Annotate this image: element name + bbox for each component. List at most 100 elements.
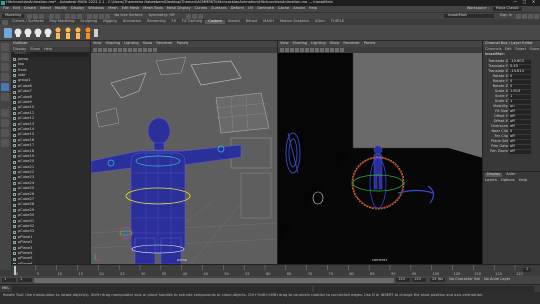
range-end-field[interactable]: 120 — [412, 278, 426, 282]
shelf-tab-poly[interactable]: Poly Modeling — [47, 20, 78, 24]
menu-surfaces[interactable]: Surfaces — [211, 7, 227, 11]
layer-menu-layers[interactable]: Layers — [485, 179, 497, 183]
channel-value-field[interactable]: 0 — [509, 79, 531, 84]
shelf-tab-xgen[interactable]: XGen — [312, 20, 328, 24]
shelf-tab-rendering[interactable]: Rendering — [144, 20, 168, 24]
tool-settings-icon[interactable] — [528, 13, 533, 19]
film-gate-icon[interactable] — [113, 48, 117, 52]
command-language-label[interactable]: MEL — [2, 286, 9, 291]
vp-left-menu-view[interactable]: View — [93, 42, 102, 46]
modeling-toolkit-icon[interactable] — [516, 13, 521, 19]
shelf-tab-animation[interactable]: Animation — [120, 20, 144, 24]
shelf-tab-rigging[interactable]: Rigging — [100, 20, 120, 24]
save-scene-icon[interactable] — [39, 13, 45, 19]
menu-curves[interactable]: Curves — [195, 7, 207, 11]
vp-left-menu-lighting[interactable]: Lighting — [124, 42, 139, 46]
scale-tool-icon[interactable] — [1, 93, 9, 101]
vp-right-menu-view[interactable]: View — [280, 42, 289, 46]
menu-edit[interactable]: Edit — [13, 7, 20, 11]
channel-value-field[interactable]: 0 — [509, 129, 531, 134]
select-component-icon[interactable] — [77, 13, 83, 19]
channel-value-field[interactable]: off — [509, 124, 531, 129]
use-lights-icon[interactable] — [138, 48, 142, 52]
shelf-tab-custom[interactable]: Custom — [205, 20, 226, 24]
channel-value-field[interactable]: 0 — [509, 74, 531, 79]
new-scene-icon[interactable] — [27, 13, 33, 19]
four-pane-layout-icon[interactable] — [1, 119, 9, 127]
shelf-tab-turtle[interactable]: TURTLE — [328, 20, 348, 24]
image-plane-icon-r[interactable] — [290, 48, 294, 52]
range-start-field[interactable]: 1 — [2, 278, 16, 282]
fps-dropdown[interactable]: 24 fps — [430, 278, 446, 282]
vp-right-menu-lighting[interactable]: Lighting — [311, 42, 326, 46]
shelf-tab-curves[interactable]: Curves / Surfaces — [9, 20, 47, 24]
xray-icon[interactable] — [153, 48, 157, 52]
lasso-tool-icon[interactable] — [1, 53, 9, 61]
smooth-shade-icon[interactable] — [128, 48, 132, 52]
sign-in-button[interactable]: Sign In — [500, 14, 512, 18]
menu-mesh-display[interactable]: Mesh Display — [167, 7, 191, 11]
vp-left-menu-show[interactable]: Show — [143, 42, 153, 46]
channel-value-field[interactable]: off — [509, 119, 531, 124]
menu-select[interactable]: Select — [40, 7, 51, 11]
camera-attrs-icon-r[interactable] — [280, 48, 284, 52]
smooth-shade-icon-r[interactable] — [315, 48, 319, 52]
bookmark-icon-r[interactable] — [285, 48, 289, 52]
textured-icon-r[interactable] — [320, 48, 324, 52]
channel-value-field[interactable]: off — [509, 144, 531, 149]
menu-generate[interactable]: Generate — [257, 7, 274, 11]
channel-value-field[interactable]: off — [509, 134, 531, 139]
workspace-dropdown[interactable]: Maya Classic — [492, 7, 522, 11]
range-inner-start-field[interactable]: 1 — [18, 278, 32, 282]
menu-display[interactable]: Display — [71, 7, 84, 11]
wireframe-icon-r[interactable] — [310, 48, 314, 52]
channel-value-field[interactable]: 1.613 — [509, 89, 531, 94]
grid-icon[interactable] — [108, 48, 112, 52]
grid-icon-r[interactable] — [295, 48, 299, 52]
undo-icon[interactable] — [49, 13, 55, 19]
rotate-tool-icon[interactable] — [1, 83, 9, 91]
channel-value-field[interactable]: 1 — [509, 94, 531, 99]
ipr-render-icon[interactable] — [191, 13, 197, 19]
menu-mesh-tools[interactable]: Mesh Tools — [143, 7, 162, 11]
select-object-icon[interactable] — [71, 13, 77, 19]
channel-value-field[interactable]: 0 — [509, 84, 531, 89]
channel-value-field[interactable]: off — [509, 114, 531, 119]
cb-tab-edit[interactable]: Edit — [505, 48, 512, 52]
channel-value-field[interactable]: off — [509, 139, 531, 144]
vp-right-menu-show[interactable]: Show — [330, 42, 340, 46]
resolution-gate-icon[interactable] — [118, 48, 122, 52]
channel-box-toggle-icon[interactable] — [534, 13, 539, 19]
scene-name-field[interactable]: insaatMain — [443, 14, 494, 18]
vp-left-menu-shading[interactable]: Shading — [106, 42, 121, 46]
vp-right-menu-panels[interactable]: Panels — [364, 42, 376, 46]
menu-modify[interactable]: Modify — [55, 7, 67, 11]
snap-curve-icon[interactable] — [93, 13, 99, 19]
bookmark-icon[interactable] — [98, 48, 102, 52]
outliner-menu-help[interactable]: Help — [44, 47, 52, 52]
cb-tab-show[interactable]: Show — [529, 48, 539, 52]
time-slider[interactable]: 0 5 10 15 20 25 30 35 40 45 50 55 60 65 70 75 80 85 90 95 10… — [11, 264, 540, 276]
menu-windows[interactable]: Windows — [88, 7, 104, 11]
menu-file[interactable]: File — [3, 7, 9, 11]
anim-layer-dropdown[interactable]: No Anim Layer — [484, 278, 510, 282]
channel-value-field[interactable]: on — [509, 104, 531, 109]
shelf-tab-sculpting[interactable]: Sculpting — [77, 20, 100, 24]
menu-help[interactable]: Help — [309, 7, 317, 11]
camera-attrs-icon[interactable] — [93, 48, 97, 52]
isolate-select-icon[interactable] — [148, 48, 152, 52]
current-frame-field[interactable]: 1 — [523, 267, 532, 272]
menu-arnold[interactable]: Arnold — [293, 7, 305, 11]
move-tool-icon[interactable] — [1, 73, 9, 81]
isolate-select-icon-r[interactable] — [335, 48, 339, 52]
menu-deform[interactable]: Deform — [231, 7, 244, 11]
symmetry-label[interactable]: Symmetry: Off — [149, 14, 175, 18]
film-gate-icon-r[interactable] — [300, 48, 304, 52]
shadows-icon[interactable] — [143, 48, 147, 52]
resolution-gate-icon-r[interactable] — [305, 48, 309, 52]
select-hierarchy-icon[interactable] — [65, 13, 71, 19]
render-settings-icon[interactable] — [197, 13, 203, 19]
menu-uv[interactable]: UV — [248, 7, 253, 11]
two-pane-layout-icon[interactable] — [1, 129, 9, 137]
render-frame-icon[interactable] — [185, 13, 191, 19]
